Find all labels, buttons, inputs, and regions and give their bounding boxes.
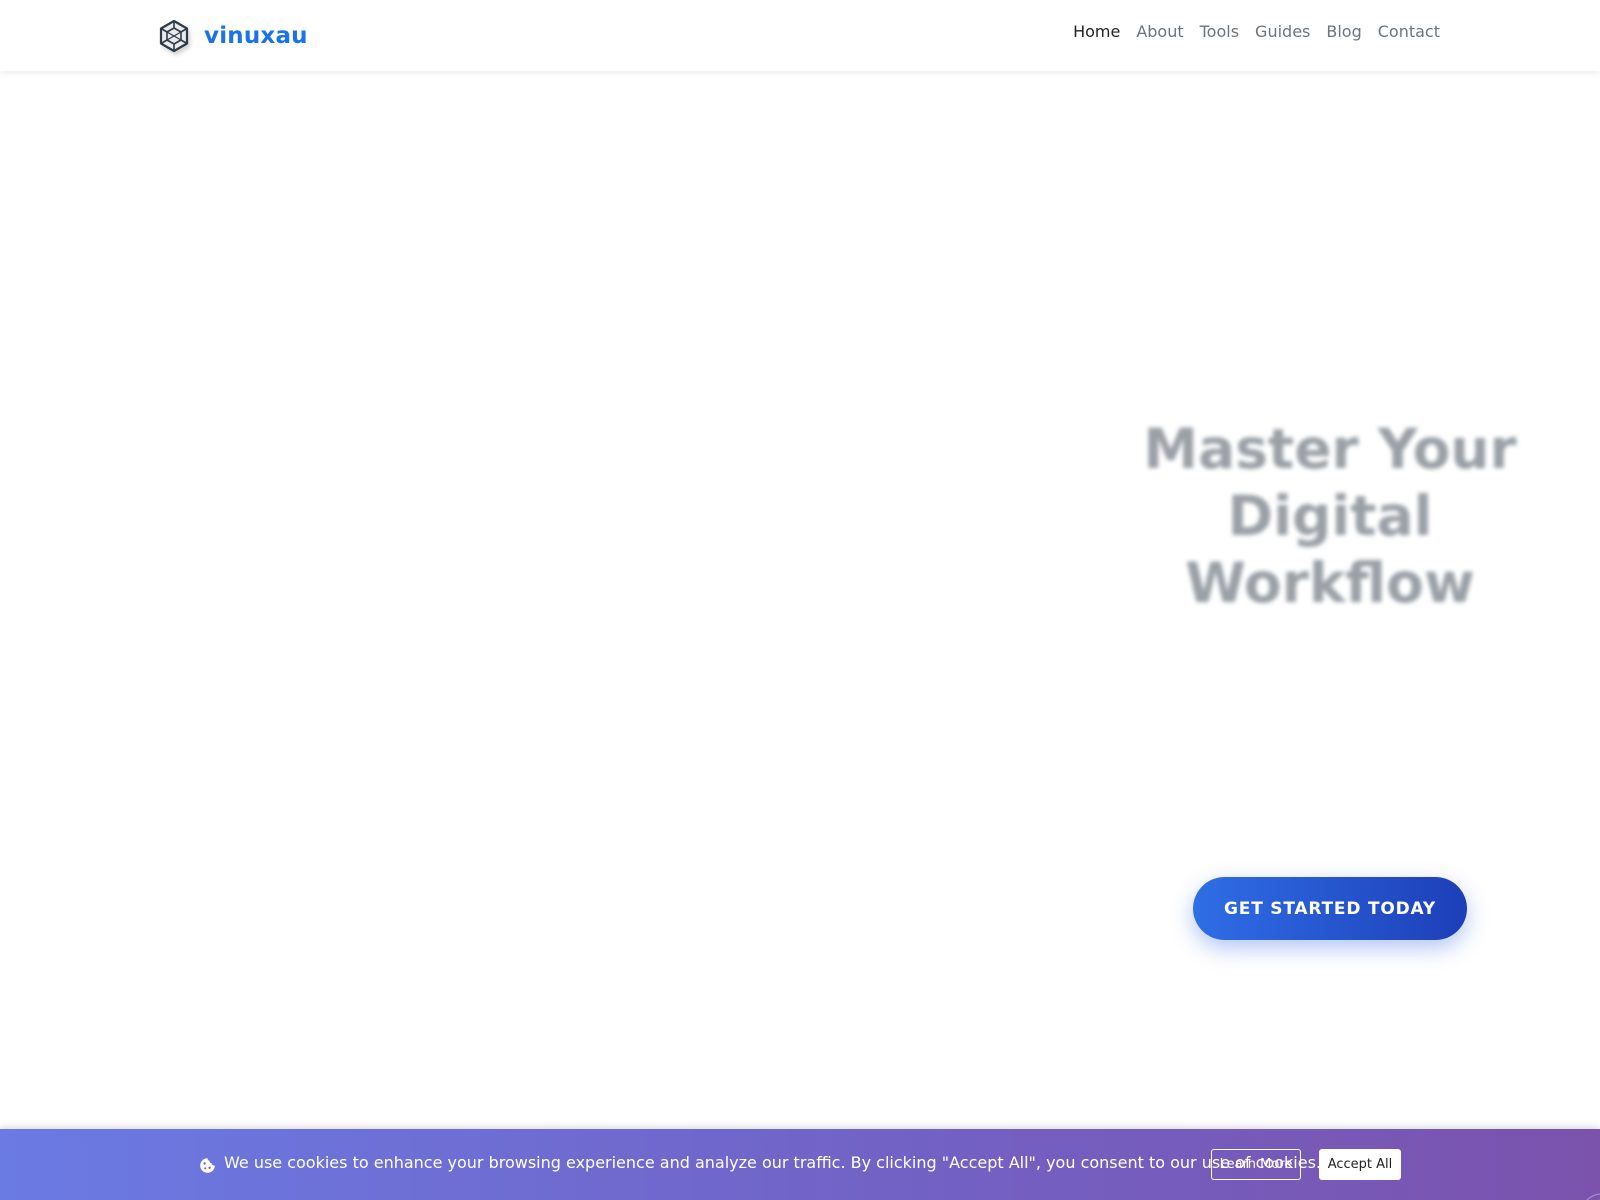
corner-decoration — [1562, 1182, 1600, 1200]
nav-link-home[interactable]: Home — [1073, 22, 1120, 41]
nav-link-blog[interactable]: Blog — [1326, 22, 1361, 41]
nav-link-contact[interactable]: Contact — [1378, 22, 1440, 41]
hero-title-line-3: Workflow — [1185, 551, 1475, 615]
hero-title: Master Your Digital Workflow — [1140, 416, 1520, 617]
cookie-consent-banner: We use cookies to enhance your browsing … — [0, 1129, 1600, 1200]
nav-link-about[interactable]: About — [1136, 22, 1183, 41]
cookie-message: We use cookies to enhance your browsing … — [224, 1153, 1321, 1172]
cookie-icon — [199, 1157, 216, 1174]
hero-title-line-2: Digital — [1227, 484, 1433, 548]
hero-section: Master Your Digital Workflow GET STARTED… — [0, 71, 1600, 1129]
cube-wireframe-icon — [157, 19, 191, 53]
accept-all-button[interactable]: Accept All — [1319, 1149, 1401, 1180]
nav-link-tools[interactable]: Tools — [1200, 22, 1239, 41]
nav-link-guides[interactable]: Guides — [1255, 22, 1310, 41]
hero-title-line-1: Master Your — [1143, 417, 1517, 481]
brand-link[interactable]: vinuxau — [157, 17, 308, 55]
brand-name: vinuxau — [204, 23, 308, 49]
get-started-button[interactable]: GET STARTED TODAY — [1193, 877, 1467, 940]
navbar: vinuxau Home About Tools Guides Blog Con… — [0, 0, 1600, 71]
main-nav: Home About Tools Guides Blog Contact — [1057, 22, 1440, 41]
learn-more-button[interactable]: Learn More — [1211, 1149, 1301, 1180]
